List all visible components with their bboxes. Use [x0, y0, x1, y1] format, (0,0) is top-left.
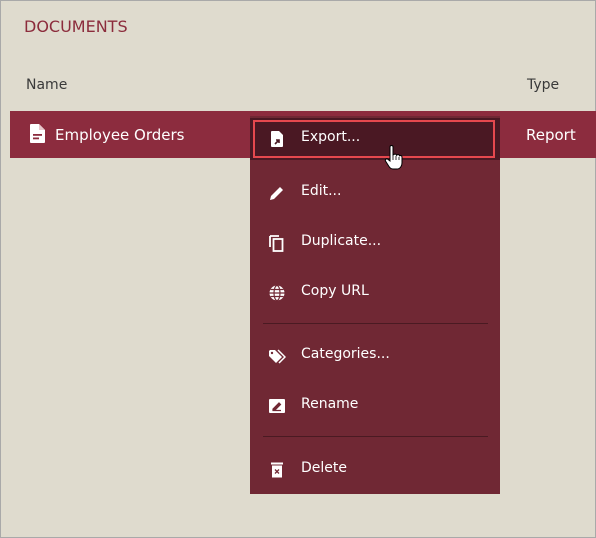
trash-icon [271, 462, 283, 478]
menu-divider [263, 323, 488, 324]
menu-item-label: Export... [301, 129, 361, 145]
pencil-icon [270, 187, 283, 200]
menu-item-duplicate[interactable]: Duplicate... [250, 222, 500, 264]
export-file-icon [271, 131, 283, 147]
menu-item-label: Delete [301, 460, 347, 476]
menu-item-label: Categories... [301, 346, 390, 362]
menu-item-export[interactable]: Export... [250, 118, 500, 160]
menu-item-delete[interactable]: Delete [250, 449, 500, 491]
menu-item-copy-url[interactable]: Copy URL [250, 272, 500, 314]
menu-divider [263, 436, 488, 437]
menu-item-label: Duplicate... [301, 233, 382, 249]
tags-icon [269, 349, 286, 364]
rename-icon [269, 399, 285, 413]
document-name[interactable]: Employee Orders [55, 126, 185, 144]
menu-item-edit[interactable]: Edit... [250, 172, 500, 214]
column-header-type[interactable]: Type [527, 77, 559, 93]
menu-item-label: Edit... [301, 183, 342, 199]
menu-item-label: Rename [301, 396, 359, 412]
copy-icon [269, 235, 284, 252]
focus-outline [253, 120, 495, 158]
context-menu: Export... Edit... Duplicate... Copy URL … [250, 116, 500, 494]
document-type: Report [526, 126, 576, 144]
column-header-name[interactable]: Name [26, 77, 67, 93]
hand-pointer-cursor-icon [384, 145, 403, 170]
menu-item-categories[interactable]: Categories... [250, 335, 500, 377]
document-icon [30, 124, 45, 143]
menu-item-label: Copy URL [301, 283, 369, 299]
panel-title: DOCUMENTS [24, 17, 128, 36]
globe-icon [269, 284, 285, 302]
menu-item-rename[interactable]: Rename [250, 385, 500, 427]
